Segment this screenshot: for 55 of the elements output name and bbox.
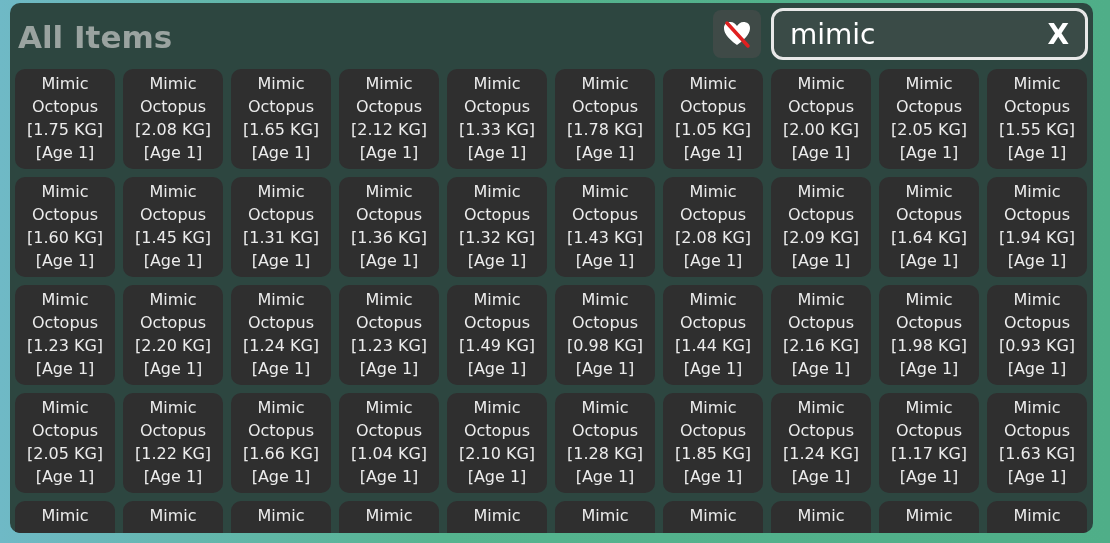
item-card[interactable]: Mimic Octopus [2.09 KG] [Age 1]	[771, 177, 871, 277]
item-card[interactable]: Mimic	[663, 501, 763, 533]
item-card[interactable]: Mimic	[231, 501, 331, 533]
favorites-filter-button[interactable]	[713, 10, 761, 58]
item-card[interactable]: Mimic Octopus [1.49 KG] [Age 1]	[447, 285, 547, 385]
item-card[interactable]: Mimic	[771, 501, 871, 533]
item-card[interactable]: Mimic Octopus [1.94 KG] [Age 1]	[987, 177, 1087, 277]
item-card[interactable]: Mimic	[123, 501, 223, 533]
item-card[interactable]: Mimic	[987, 501, 1087, 533]
item-card[interactable]: Mimic Octopus [1.17 KG] [Age 1]	[879, 393, 979, 493]
item-card[interactable]: Mimic Octopus [1.05 KG] [Age 1]	[663, 69, 763, 169]
item-card[interactable]: Mimic Octopus [1.44 KG] [Age 1]	[663, 285, 763, 385]
item-card[interactable]: Mimic Octopus [1.55 KG] [Age 1]	[987, 69, 1087, 169]
item-card[interactable]: Mimic Octopus [1.04 KG] [Age 1]	[339, 393, 439, 493]
item-card[interactable]: Mimic Octopus [2.00 KG] [Age 1]	[771, 69, 871, 169]
item-card[interactable]: Mimic Octopus [2.10 KG] [Age 1]	[447, 393, 547, 493]
item-card[interactable]: Mimic Octopus [1.23 KG] [Age 1]	[15, 285, 115, 385]
crossed-heart-icon	[722, 19, 752, 49]
item-card[interactable]: Mimic Octopus [2.20 KG] [Age 1]	[123, 285, 223, 385]
item-card[interactable]: Mimic Octopus [1.45 KG] [Age 1]	[123, 177, 223, 277]
item-card[interactable]: Mimic Octopus [2.12 KG] [Age 1]	[339, 69, 439, 169]
item-card[interactable]: Mimic Octopus [1.32 KG] [Age 1]	[447, 177, 547, 277]
item-card[interactable]: Mimic Octopus [1.60 KG] [Age 1]	[15, 177, 115, 277]
item-card[interactable]: Mimic Octopus [1.33 KG] [Age 1]	[447, 69, 547, 169]
clear-search-button[interactable]: X	[1043, 17, 1073, 51]
item-card[interactable]: Mimic	[555, 501, 655, 533]
item-card[interactable]: Mimic Octopus [1.85 KG] [Age 1]	[663, 393, 763, 493]
item-card[interactable]: Mimic Octopus [1.24 KG] [Age 1]	[771, 393, 871, 493]
item-card[interactable]: Mimic Octopus [1.23 KG] [Age 1]	[339, 285, 439, 385]
item-card[interactable]: Mimic Octopus [1.63 KG] [Age 1]	[987, 393, 1087, 493]
item-card[interactable]: Mimic	[339, 501, 439, 533]
panel-title: All Items	[18, 18, 174, 55]
item-card[interactable]: Mimic Octopus [1.78 KG] [Age 1]	[555, 69, 655, 169]
item-card[interactable]: Mimic Octopus [1.65 KG] [Age 1]	[231, 69, 331, 169]
item-card[interactable]: Mimic	[447, 501, 547, 533]
item-card[interactable]: Mimic Octopus [0.98 KG] [Age 1]	[555, 285, 655, 385]
item-card[interactable]: Mimic Octopus [1.28 KG] [Age 1]	[555, 393, 655, 493]
item-card[interactable]: Mimic Octopus [1.75 KG] [Age 1]	[15, 69, 115, 169]
item-card[interactable]: Mimic Octopus [2.08 KG] [Age 1]	[663, 177, 763, 277]
item-card[interactable]: Mimic	[15, 501, 115, 533]
item-card[interactable]: Mimic Octopus [1.36 KG] [Age 1]	[339, 177, 439, 277]
item-card[interactable]: Mimic Octopus [2.16 KG] [Age 1]	[771, 285, 871, 385]
item-card[interactable]: Mimic Octopus [1.98 KG] [Age 1]	[879, 285, 979, 385]
item-card[interactable]: Mimic Octopus [2.05 KG] [Age 1]	[15, 393, 115, 493]
item-card[interactable]: Mimic Octopus [1.24 KG] [Age 1]	[231, 285, 331, 385]
item-card[interactable]: Mimic Octopus [1.43 KG] [Age 1]	[555, 177, 655, 277]
item-card[interactable]: Mimic Octopus [2.05 KG] [Age 1]	[879, 69, 979, 169]
item-card[interactable]: Mimic Octopus [0.93 KG] [Age 1]	[987, 285, 1087, 385]
item-card[interactable]: Mimic Octopus [1.22 KG] [Age 1]	[123, 393, 223, 493]
search-field[interactable]: mimic X	[771, 8, 1088, 60]
item-card[interactable]: Mimic Octopus [1.31 KG] [Age 1]	[231, 177, 331, 277]
item-card[interactable]: Mimic Octopus [1.66 KG] [Age 1]	[231, 393, 331, 493]
item-card[interactable]: Mimic Octopus [2.08 KG] [Age 1]	[123, 69, 223, 169]
item-card[interactable]: Mimic	[879, 501, 979, 533]
item-card[interactable]: Mimic Octopus [1.64 KG] [Age 1]	[879, 177, 979, 277]
